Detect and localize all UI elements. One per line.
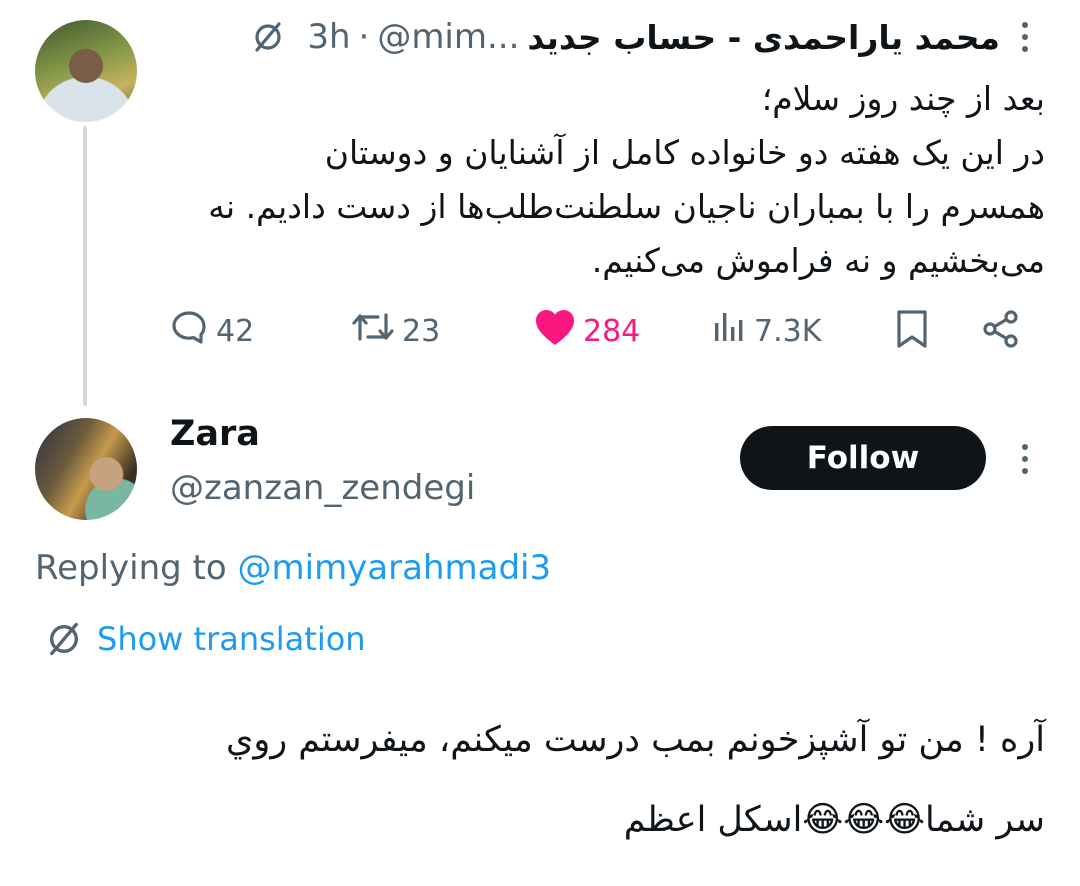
replying-prefix: Replying to — [35, 548, 227, 588]
repost-action[interactable]: 23 — [350, 306, 440, 356]
bookmark-icon — [894, 308, 930, 354]
reply-avatar[interactable] — [35, 418, 137, 520]
display-name[interactable]: محمد یاراحمدی - حساب جدید — [527, 18, 1000, 57]
heart-icon — [533, 307, 577, 355]
translate-icon[interactable] — [251, 20, 285, 54]
bookmark-action[interactable] — [894, 306, 930, 356]
replying-to: Replying to @mimyarahmadi3 — [35, 548, 551, 588]
more-icon[interactable] — [1021, 22, 1029, 52]
reply-count: 42 — [216, 313, 255, 349]
thread-line — [83, 126, 87, 406]
timestamp[interactable]: 3h — [307, 17, 350, 57]
repost-icon — [350, 307, 396, 355]
reply-user-handle[interactable]: @zanzan_zendegi — [170, 468, 475, 508]
tweet-text: بعد از چند روز سلام؛ در این یک هفته دو خ… — [208, 79, 1045, 280]
tweet-header: محمد یاراحمدی - حساب جدید @mim... · 3h — [120, 10, 1000, 64]
replying-mention-link[interactable]: @mimyarahmadi3 — [238, 548, 552, 588]
reply-icon — [168, 306, 210, 356]
views-icon — [712, 309, 748, 353]
separator-dot: · — [358, 17, 370, 57]
share-icon — [980, 308, 1022, 354]
reply-text: آره ! من تو آشپزخونم بمب درست میکنم، میف… — [225, 720, 1045, 840]
translate-icon — [45, 620, 83, 658]
reply-display-name[interactable]: Zara — [170, 414, 260, 454]
reply-more-icon[interactable] — [1021, 444, 1029, 474]
like-action[interactable]: 284 — [533, 306, 640, 356]
repost-count: 23 — [402, 313, 441, 349]
follow-button[interactable]: Follow — [740, 426, 986, 490]
views-action[interactable]: 7.3K — [712, 306, 821, 356]
reply-action[interactable]: 42 — [168, 306, 254, 356]
views-count: 7.3K — [754, 313, 822, 349]
share-action[interactable] — [980, 306, 1022, 356]
show-translation-link[interactable]: Show translation — [45, 620, 366, 658]
user-handle[interactable]: @mim... — [377, 17, 519, 57]
show-translation-label: Show translation — [97, 620, 366, 658]
like-count: 284 — [583, 313, 641, 349]
